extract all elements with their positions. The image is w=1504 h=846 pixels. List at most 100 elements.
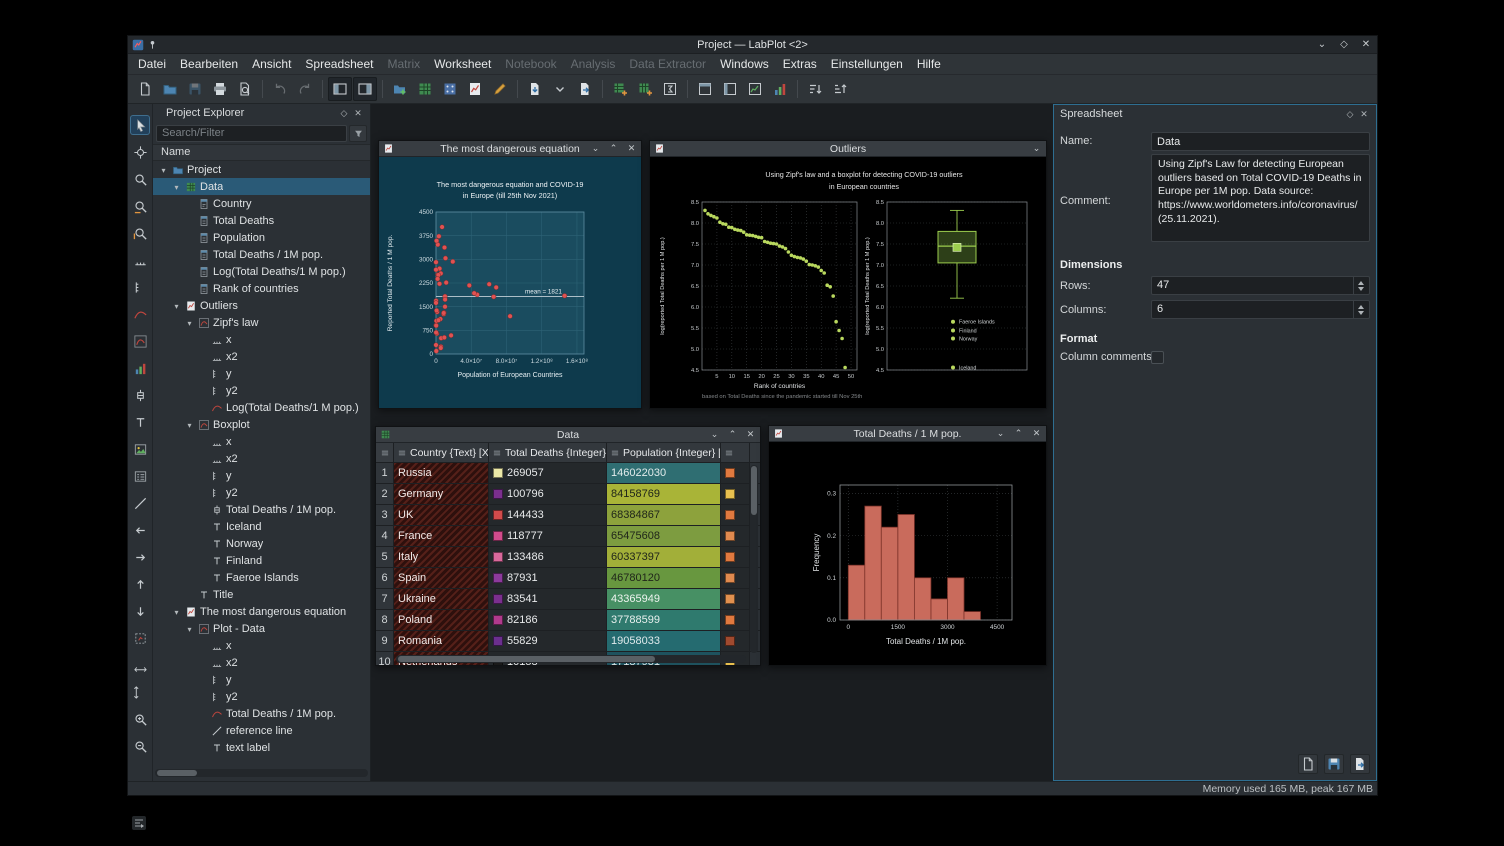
- shift-up-y-tool[interactable]: [131, 575, 149, 593]
- subwindow-histogram[interactable]: Total Deaths / 1 M pop.⌄⌃✕ 0.00.10.20.30…: [768, 425, 1047, 666]
- tree-item-data[interactable]: Data: [153, 178, 370, 195]
- cell-population[interactable]: 46780120: [607, 568, 721, 588]
- cell-total-deaths[interactable]: 83541: [489, 589, 607, 609]
- tree-item-y2[interactable]: y2: [153, 688, 370, 705]
- filter-options-button[interactable]: [349, 125, 367, 142]
- tree-item-total-deaths-1m-pop[interactable]: Total Deaths / 1M pop.: [153, 705, 370, 722]
- tree-item-text-label[interactable]: text label: [153, 739, 370, 756]
- zoom-select-tool[interactable]: [131, 170, 149, 188]
- new-worksheet-button[interactable]: [463, 77, 487, 101]
- toggle-properties-explorer-button[interactable]: [353, 77, 377, 101]
- tree-item-project[interactable]: Project: [153, 161, 370, 178]
- close-button[interactable]: ✕: [1359, 39, 1373, 50]
- auto-scale-x-tool[interactable]: [131, 656, 149, 674]
- comment-field[interactable]: Using Zipf's Law for detecting European …: [1151, 154, 1370, 242]
- tree-item-x[interactable]: x: [153, 331, 370, 348]
- menu-windows[interactable]: Windows: [713, 55, 776, 73]
- new-matrix-button[interactable]: [438, 77, 462, 101]
- expander-icon[interactable]: [171, 606, 182, 618]
- cell-country[interactable]: Spain: [394, 568, 489, 588]
- new-project-button[interactable]: [133, 77, 157, 101]
- tree-item-x2[interactable]: x2: [153, 348, 370, 365]
- tree-item-y[interactable]: y: [153, 365, 370, 382]
- tree-item-plot-data[interactable]: Plot - Data: [153, 620, 370, 637]
- cell-extra[interactable]: [721, 505, 750, 525]
- save-project-button[interactable]: [183, 77, 207, 101]
- histogram-worksheet[interactable]: 0.00.10.20.30150030004500Total Deaths / …: [769, 442, 1046, 665]
- cell-population[interactable]: 84158769: [607, 484, 721, 504]
- expander-icon[interactable]: [184, 419, 195, 431]
- tree-item-x2[interactable]: x2: [153, 450, 370, 467]
- column-header-3[interactable]: Population {Integer} [Y]: [607, 443, 721, 462]
- menu-bearbeiten[interactable]: Bearbeiten: [173, 55, 245, 73]
- cell-country[interactable]: Romania: [394, 631, 489, 651]
- close-button[interactable]: ✕: [626, 143, 637, 154]
- toggle-sparklines-button[interactable]: [743, 77, 767, 101]
- plot-data-button[interactable]: [768, 77, 792, 101]
- insert-row-button[interactable]: [608, 77, 632, 101]
- print-preview-button[interactable]: [233, 77, 257, 101]
- pin-icon[interactable]: [147, 39, 158, 50]
- cell-population[interactable]: 146022030: [607, 463, 721, 483]
- zoom-y-select-tool[interactable]: [131, 224, 149, 242]
- equation-worksheet[interactable]: 04.0×10⁷8.0×10⁷1.2×10⁸1.6×10⁸07501500225…: [379, 157, 641, 408]
- cell-total-deaths[interactable]: 144433: [489, 505, 607, 525]
- zoom-x-select-tool[interactable]: [131, 197, 149, 215]
- tree-item-finland[interactable]: Finland: [153, 552, 370, 569]
- cell-country[interactable]: France: [394, 526, 489, 546]
- print-button[interactable]: [208, 77, 232, 101]
- minimize-button[interactable]: ⌄: [1031, 143, 1042, 154]
- shift-right-x-tool[interactable]: [131, 548, 149, 566]
- cell-total-deaths[interactable]: 87931: [489, 568, 607, 588]
- menu-matrix[interactable]: Matrix: [380, 55, 427, 73]
- sort-ascending-button[interactable]: [803, 77, 827, 101]
- outliers-worksheet[interactable]: Using Zipf's law and a boxplot for detec…: [650, 157, 1046, 408]
- menu-hilfe[interactable]: Hilfe: [910, 55, 948, 73]
- cell-extra[interactable]: [721, 547, 750, 567]
- tree-item-y2[interactable]: y2: [153, 382, 370, 399]
- tree-item-total-deaths-1m-pop[interactable]: Total Deaths / 1M pop.: [153, 246, 370, 263]
- cell-total-deaths[interactable]: 269057: [489, 463, 607, 483]
- add-boxplot-tool[interactable]: [131, 386, 149, 404]
- row-number[interactable]: 10: [376, 652, 394, 665]
- tree-item-y2[interactable]: y2: [153, 484, 370, 501]
- cell-extra[interactable]: [721, 610, 750, 630]
- minimize-button[interactable]: ⌄: [995, 428, 1006, 439]
- row-number[interactable]: 3: [376, 505, 394, 525]
- menu-spreadsheet[interactable]: Spreadsheet: [298, 55, 380, 73]
- titlebar[interactable]: Project — LabPlot <2> ⌄ ◇ ✕: [128, 36, 1377, 54]
- add-text-label-tool[interactable]: [131, 413, 149, 431]
- tree-item-zipf-s-law[interactable]: Zipf's law: [153, 314, 370, 331]
- menu-ansicht[interactable]: Ansicht: [245, 55, 298, 73]
- import-options-button[interactable]: [548, 77, 572, 101]
- name-field[interactable]: [1151, 132, 1370, 151]
- cell-extra[interactable]: [721, 463, 750, 483]
- tree-item-x[interactable]: x: [153, 637, 370, 654]
- minimize-button[interactable]: ⌄: [709, 429, 720, 440]
- tree-item-y[interactable]: y: [153, 467, 370, 484]
- tree-item-faeroe-islands[interactable]: Faeroe Islands: [153, 569, 370, 586]
- column-header-4[interactable]: [721, 443, 750, 462]
- scrollbar-thumb[interactable]: [751, 466, 757, 515]
- minimize-button[interactable]: ⌄: [1315, 39, 1329, 50]
- export-button[interactable]: [573, 77, 597, 101]
- restore-button[interactable]: ⌃: [727, 429, 738, 440]
- subwindow-outliers[interactable]: Outliers⌄ Using Zipf's law and a boxplot…: [649, 140, 1047, 409]
- cell-country[interactable]: UK: [394, 505, 489, 525]
- sort-descending-button[interactable]: [828, 77, 852, 101]
- tree-item-iceland[interactable]: Iceland: [153, 518, 370, 535]
- cell-population[interactable]: 37788599: [607, 610, 721, 630]
- maximize-button[interactable]: ◇: [1337, 39, 1351, 50]
- row-number[interactable]: 8: [376, 610, 394, 630]
- table-corner-button[interactable]: [376, 443, 394, 462]
- auto-scale-y-tool[interactable]: [131, 683, 149, 701]
- cell-population[interactable]: 60337397: [607, 547, 721, 567]
- cell-total-deaths[interactable]: 118777: [489, 526, 607, 546]
- menu-notebook[interactable]: Notebook: [498, 55, 563, 73]
- close-button[interactable]: ✕: [1031, 428, 1042, 439]
- spin-down-icon[interactable]: [1358, 311, 1364, 315]
- tree-item-the-most-dangerous-equation[interactable]: The most dangerous equation: [153, 603, 370, 620]
- tree-horizontal-scrollbar[interactable]: [155, 769, 368, 777]
- add-histogram-tool[interactable]: [131, 359, 149, 377]
- expander-icon[interactable]: [171, 181, 182, 193]
